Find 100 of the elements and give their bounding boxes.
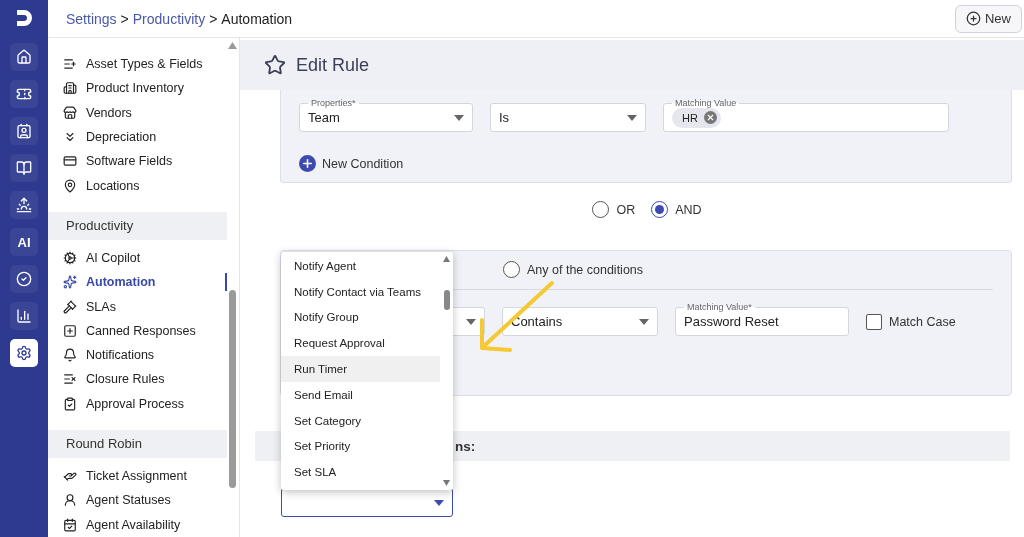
caret-icon	[639, 318, 649, 325]
item-icon	[63, 348, 77, 363]
scroll-down-icon[interactable]	[443, 480, 450, 486]
nav-icon	[16, 345, 32, 361]
caret-icon	[454, 114, 464, 121]
radio-label: AND	[675, 202, 702, 217]
rail-button[interactable]	[10, 117, 38, 145]
nav-icon	[16, 271, 32, 287]
select-value: Team	[308, 110, 340, 125]
ai-button[interactable]: AI	[10, 228, 38, 256]
rail-button[interactable]	[10, 339, 38, 367]
item-icon	[63, 396, 77, 411]
nav-icon	[16, 160, 32, 176]
item-icon	[63, 275, 77, 290]
nav-icon	[16, 197, 32, 213]
rail-button[interactable]	[10, 43, 38, 71]
rail-button[interactable]	[10, 80, 38, 108]
item-icon	[63, 105, 77, 120]
menu-option[interactable]: Set SLA	[281, 459, 440, 486]
nav-icon	[16, 49, 32, 65]
scrollbar[interactable]	[443, 256, 451, 486]
action-select[interactable]	[281, 488, 453, 517]
section-heading: Round Robin	[48, 429, 227, 458]
scroll-thumb[interactable]	[229, 290, 236, 488]
field-value: Password Reset	[684, 314, 779, 329]
sidebar-item[interactable]: Closure Rules	[48, 367, 227, 392]
caret-icon	[627, 114, 637, 121]
sidebar-item[interactable]: Approval Process	[48, 391, 227, 416]
field-label: Matching Value	[672, 98, 740, 108]
item-icon	[63, 517, 77, 532]
rail-button[interactable]	[10, 302, 38, 330]
new-button[interactable]: New	[955, 4, 1022, 33]
item-icon	[63, 469, 77, 483]
menu-option[interactable]: Send Email	[281, 382, 440, 408]
remove-icon[interactable]	[703, 111, 717, 124]
sidebar-item[interactable]: Ticket Assignment	[48, 463, 227, 489]
select-field[interactable]: Contains	[502, 307, 658, 336]
nav-icon	[16, 123, 32, 139]
menu-option[interactable]: Set Priority	[281, 433, 440, 460]
item-icon	[63, 81, 77, 96]
breadcrumb-link[interactable]: Settings	[66, 10, 117, 27]
radio-label: Any of the conditions	[527, 262, 644, 277]
radio-button[interactable]	[503, 261, 520, 278]
sidebar-item[interactable]: Product Inventory	[48, 76, 227, 101]
select-value: Is	[499, 110, 510, 125]
caret-icon	[466, 318, 476, 325]
sidebar-item[interactable]: Automation	[48, 270, 227, 295]
nav-icon	[16, 308, 32, 324]
sidebar-item[interactable]: Locations	[48, 173, 227, 198]
page-title: Edit Rule	[296, 54, 370, 76]
item-icon	[63, 299, 77, 314]
breadcrumb-text: >	[209, 10, 218, 27]
breadcrumb-text: Automation	[221, 10, 293, 27]
nav-icon	[16, 86, 32, 102]
item-icon	[63, 323, 77, 338]
sidebar-item[interactable]: AI Copilot	[48, 245, 227, 271]
sidebar-item[interactable]: Agent Availability	[48, 512, 227, 537]
checkbox-label: Match Case	[889, 314, 956, 329]
sidebar-item[interactable]: Canned Responses	[48, 318, 227, 343]
breadcrumb-link[interactable]: Productivity	[132, 10, 206, 27]
checkbox[interactable]	[866, 313, 882, 330]
scroll-up-icon[interactable]	[443, 256, 450, 262]
radio-button[interactable]	[592, 201, 610, 218]
menu-option[interactable]: Notify Contact via Teams	[281, 278, 440, 305]
radio-button[interactable]	[651, 201, 669, 218]
add-icon[interactable]	[299, 155, 316, 172]
value-chip: HR	[672, 107, 721, 128]
menu-option[interactable]: Notify Agent	[281, 253, 440, 279]
add-condition-link[interactable]: New Condition	[322, 156, 404, 171]
caret-icon	[434, 499, 444, 506]
sidebar-item[interactable]: Depreciation	[48, 124, 227, 150]
menu-option[interactable]: Set Category	[281, 407, 440, 434]
item-icon	[63, 57, 77, 72]
radio-label: OR	[616, 202, 636, 217]
sidebar-item[interactable]: Asset Types & Fields	[48, 52, 227, 77]
menu-option[interactable]: Request Approval	[281, 330, 440, 357]
breadcrumb-text: >	[120, 10, 129, 27]
menu-option[interactable]: Notify Group	[281, 304, 440, 331]
section-heading: Productivity	[48, 211, 227, 240]
sidebar-item[interactable]: SLAs	[48, 294, 227, 319]
item-icon	[63, 178, 77, 193]
star-icon	[264, 54, 286, 76]
item-icon	[63, 250, 77, 265]
rail-button[interactable]	[10, 191, 38, 219]
scroll-thumb[interactable]	[444, 290, 450, 310]
sidebar-item[interactable]: Software Fields	[48, 149, 227, 174]
rail-button[interactable]	[10, 154, 38, 182]
sidebar-item[interactable]: Notifications	[48, 342, 227, 368]
sidebar-item[interactable]: Vendors	[48, 100, 227, 125]
select-field[interactable]: Is	[490, 103, 646, 132]
item-icon	[63, 493, 77, 508]
select-value: Contains	[511, 314, 563, 329]
scroll-up-icon[interactable]	[228, 42, 237, 49]
menu-option[interactable]: Run Timer	[281, 356, 440, 382]
item-icon	[63, 372, 77, 387]
plus-icon	[966, 11, 981, 26]
item-icon	[63, 154, 77, 169]
field-label: Matching Value*	[684, 302, 755, 312]
sidebar-item[interactable]: Agent Statuses	[48, 488, 227, 513]
rail-button[interactable]	[10, 265, 38, 293]
